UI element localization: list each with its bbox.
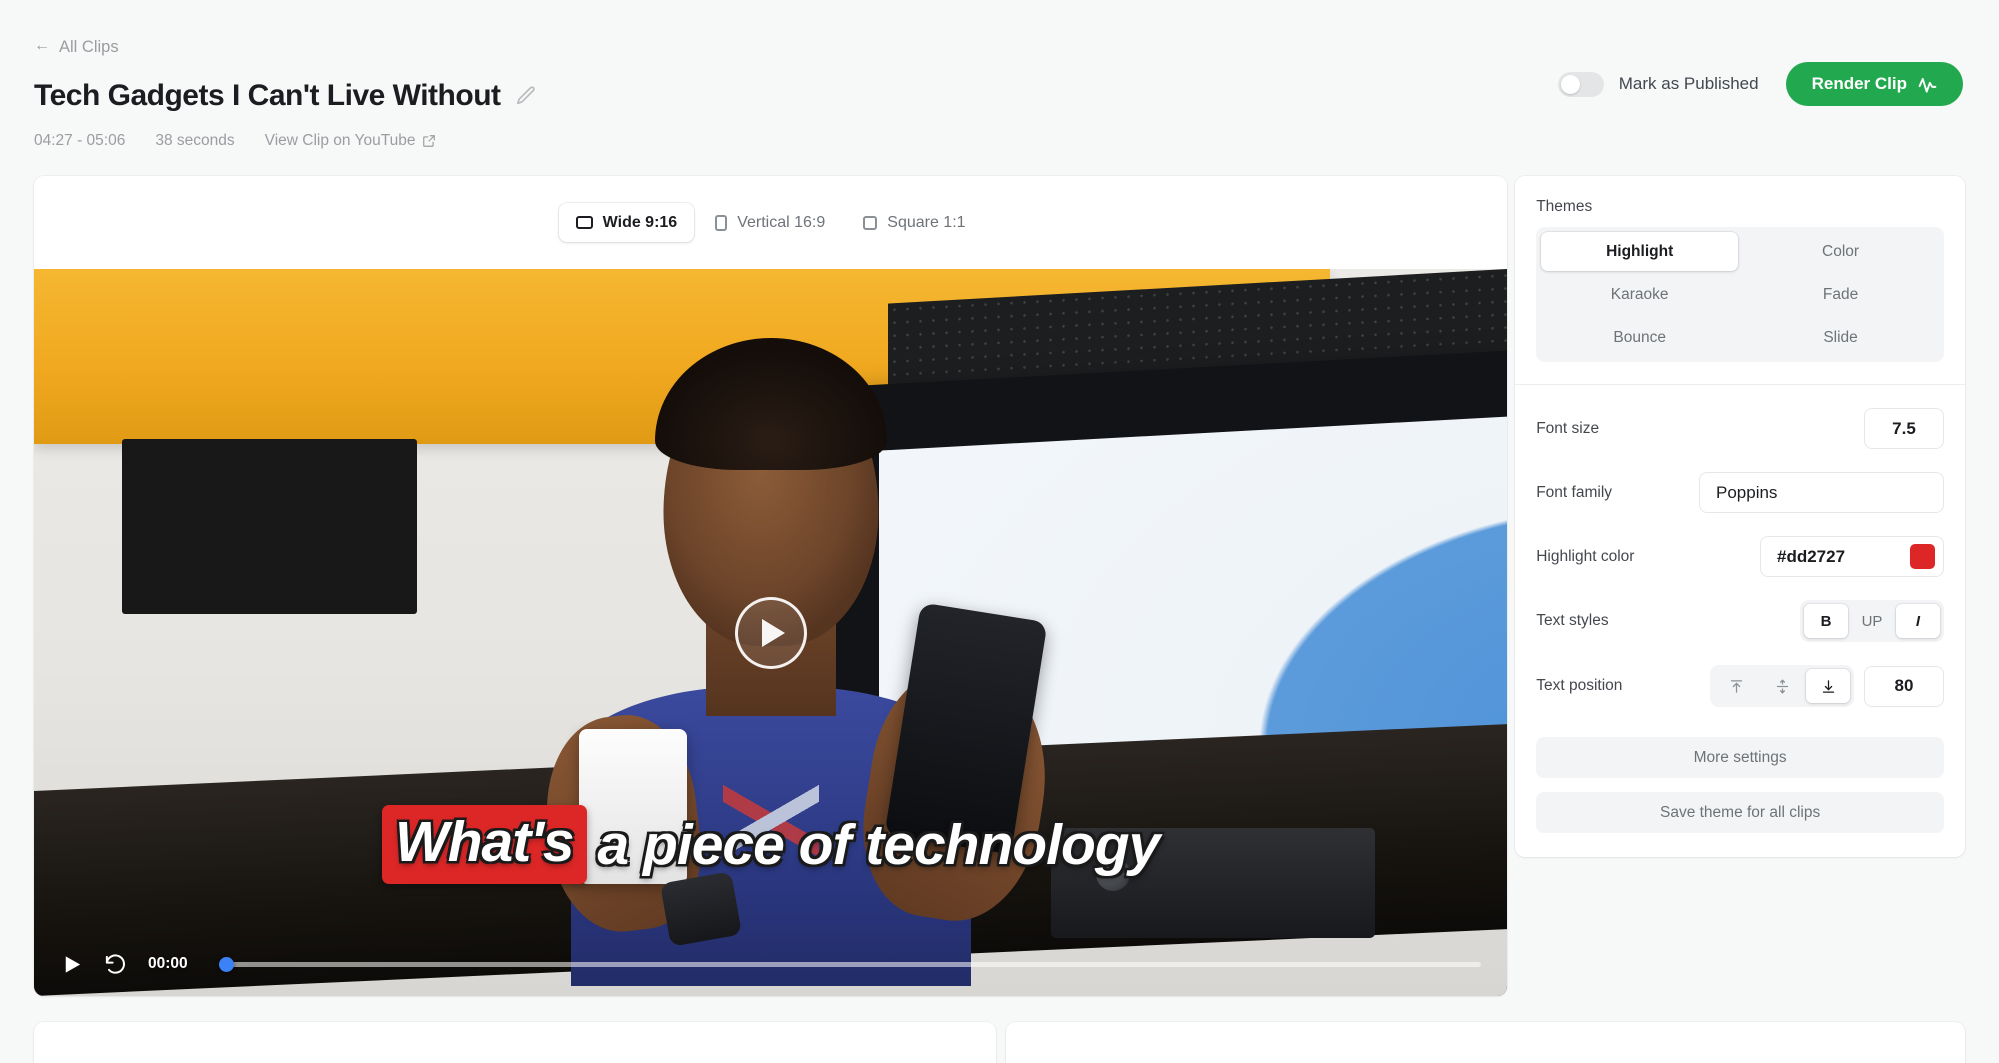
theme-option-slide[interactable]: Slide — [1742, 318, 1939, 357]
font-family-input[interactable] — [1699, 472, 1944, 513]
mark-as-published-label: Mark as Published — [1618, 74, 1759, 93]
tab-wide-label: Wide 9:16 — [602, 213, 678, 231]
align-top-icon — [1730, 679, 1742, 693]
bottom-panel-right[interactable] — [1006, 1022, 1965, 1063]
align-middle-icon — [1776, 678, 1788, 694]
clip-duration: 38 seconds — [155, 132, 235, 149]
video-subject — [461, 338, 1080, 996]
edit-pencil-icon[interactable] — [515, 85, 537, 107]
themes-section-label: Themes — [1536, 198, 1593, 215]
back-link-label: All Clips — [59, 37, 119, 56]
theme-option-bounce[interactable]: Bounce — [1541, 318, 1738, 357]
save-theme-for-all-clips-button[interactable]: Save theme for all clips — [1536, 792, 1944, 833]
theme-option-highlight[interactable]: Highlight — [1541, 232, 1739, 271]
text-styles-label: Text styles — [1536, 612, 1609, 629]
square-icon — [863, 215, 878, 230]
font-family-label: Font family — [1536, 483, 1613, 501]
page-title: Tech Gadgets I Can't Live Without — [34, 79, 501, 112]
subject-shirt-logo — [722, 778, 819, 865]
view-on-youtube-link[interactable]: View Clip on YouTube — [265, 132, 437, 150]
wide-rectangle-icon — [575, 216, 593, 229]
tab-square-label: Square 1:1 — [887, 213, 966, 231]
play-icon — [65, 955, 81, 973]
subject-hair — [654, 338, 887, 471]
external-link-icon — [423, 135, 436, 147]
theme-option-fade[interactable]: Fade — [1742, 275, 1939, 314]
align-middle-button[interactable] — [1760, 669, 1804, 703]
font-size-label: Font size — [1536, 419, 1600, 437]
text-styles-field: Text styles B UP I — [1536, 600, 1944, 642]
toggle-knob — [1560, 74, 1580, 94]
theme-option-color[interactable]: Color — [1742, 232, 1939, 271]
highlight-color-label: Highlight color — [1536, 547, 1635, 565]
text-position-value-input[interactable] — [1864, 665, 1944, 707]
text-position-label: Text position — [1536, 677, 1623, 694]
aspect-ratio-tab-group: Wide 9:16 Vertical 16:9 Square 1:1 — [558, 203, 983, 242]
play-button[interactable] — [60, 953, 83, 976]
back-to-all-clips-link[interactable]: ← All Clips — [34, 37, 119, 56]
render-clip-button[interactable]: Render Clip — [1785, 62, 1963, 106]
align-bottom-icon — [1822, 679, 1834, 693]
align-top-button[interactable] — [1714, 669, 1758, 703]
bottom-panel-left[interactable] — [34, 1022, 996, 1063]
main-content: Wide 9:16 Vertical 16:9 Square 1:1 What'… — [0, 176, 1999, 996]
pulse-activity-icon — [1918, 77, 1937, 93]
video-audio-interface — [1050, 828, 1375, 938]
video-player-controls: 00:00 — [34, 932, 1507, 996]
text-style-uppercase-button[interactable]: UP — [1850, 604, 1894, 638]
bottom-panels-row — [0, 1022, 1999, 1063]
font-family-field: Font family — [1536, 472, 1944, 513]
highlight-color-control — [1760, 536, 1944, 577]
themes-grid: Highlight Color Karaoke Fade Bounce Slid… — [1536, 227, 1944, 362]
text-style-italic-button[interactable]: I — [1896, 604, 1940, 638]
tab-vertical-label: Vertical 16:9 — [737, 213, 826, 231]
mark-as-published-toggle[interactable]: Mark as Published — [1557, 71, 1759, 97]
theme-option-karaoke[interactable]: Karaoke — [1541, 275, 1738, 314]
video-preview-stage[interactable]: What's a piece of technology 00:00 — [34, 269, 1508, 996]
theme-settings-panel: Themes Highlight Color Karaoke Fade Boun… — [1515, 176, 1965, 857]
scrubber-handle[interactable] — [219, 956, 234, 972]
clip-meta: 04:27 - 05:06 38 seconds View Clip on Yo… — [34, 132, 1965, 150]
replay-button[interactable] — [104, 953, 127, 976]
play-triangle-icon — [762, 618, 786, 647]
text-position-field: Text position — [1536, 665, 1944, 707]
text-style-bold-button[interactable]: B — [1804, 604, 1848, 638]
tab-square-1-1[interactable]: Square 1:1 — [846, 203, 982, 242]
render-clip-label: Render Clip — [1811, 74, 1907, 93]
highlight-color-swatch[interactable] — [1910, 544, 1935, 569]
current-time-label: 00:00 — [148, 955, 188, 972]
video-white-gadget — [578, 729, 687, 885]
arrow-left-icon: ← — [34, 37, 50, 54]
highlight-color-hex-input[interactable] — [1777, 546, 1887, 567]
toggle-track — [1557, 71, 1604, 97]
clip-editor-card: Wide 9:16 Vertical 16:9 Square 1:1 What'… — [34, 176, 1508, 996]
header-actions: Mark as Published Render Clip — [1557, 62, 1963, 106]
youtube-link-label: View Clip on YouTube — [264, 132, 416, 149]
tab-wide-9-16[interactable]: Wide 9:16 — [558, 203, 695, 242]
highlight-color-field: Highlight color — [1536, 536, 1944, 577]
video-black-panel — [122, 439, 418, 614]
align-bottom-button[interactable] — [1806, 669, 1850, 703]
text-position-group — [1710, 665, 1854, 707]
replay-rewind-icon — [105, 953, 125, 974]
panel-divider — [1515, 384, 1965, 385]
center-play-button[interactable] — [734, 596, 807, 669]
font-size-input[interactable] — [1864, 408, 1944, 449]
aspect-ratio-toolbar: Wide 9:16 Vertical 16:9 Square 1:1 — [34, 176, 1508, 269]
more-settings-button[interactable]: More settings — [1536, 737, 1944, 778]
scrubber-track — [219, 961, 1482, 967]
vertical-rectangle-icon — [715, 214, 728, 231]
clip-time-range: 04:27 - 05:06 — [34, 132, 126, 149]
font-size-field: Font size — [1536, 408, 1944, 449]
text-styles-group: B UP I — [1800, 600, 1944, 642]
video-scrubber[interactable] — [219, 953, 1482, 975]
page-header: ← All Clips Tech Gadgets I Can't Live Wi… — [0, 0, 1999, 150]
tab-vertical-16-9[interactable]: Vertical 16:9 — [698, 203, 842, 242]
